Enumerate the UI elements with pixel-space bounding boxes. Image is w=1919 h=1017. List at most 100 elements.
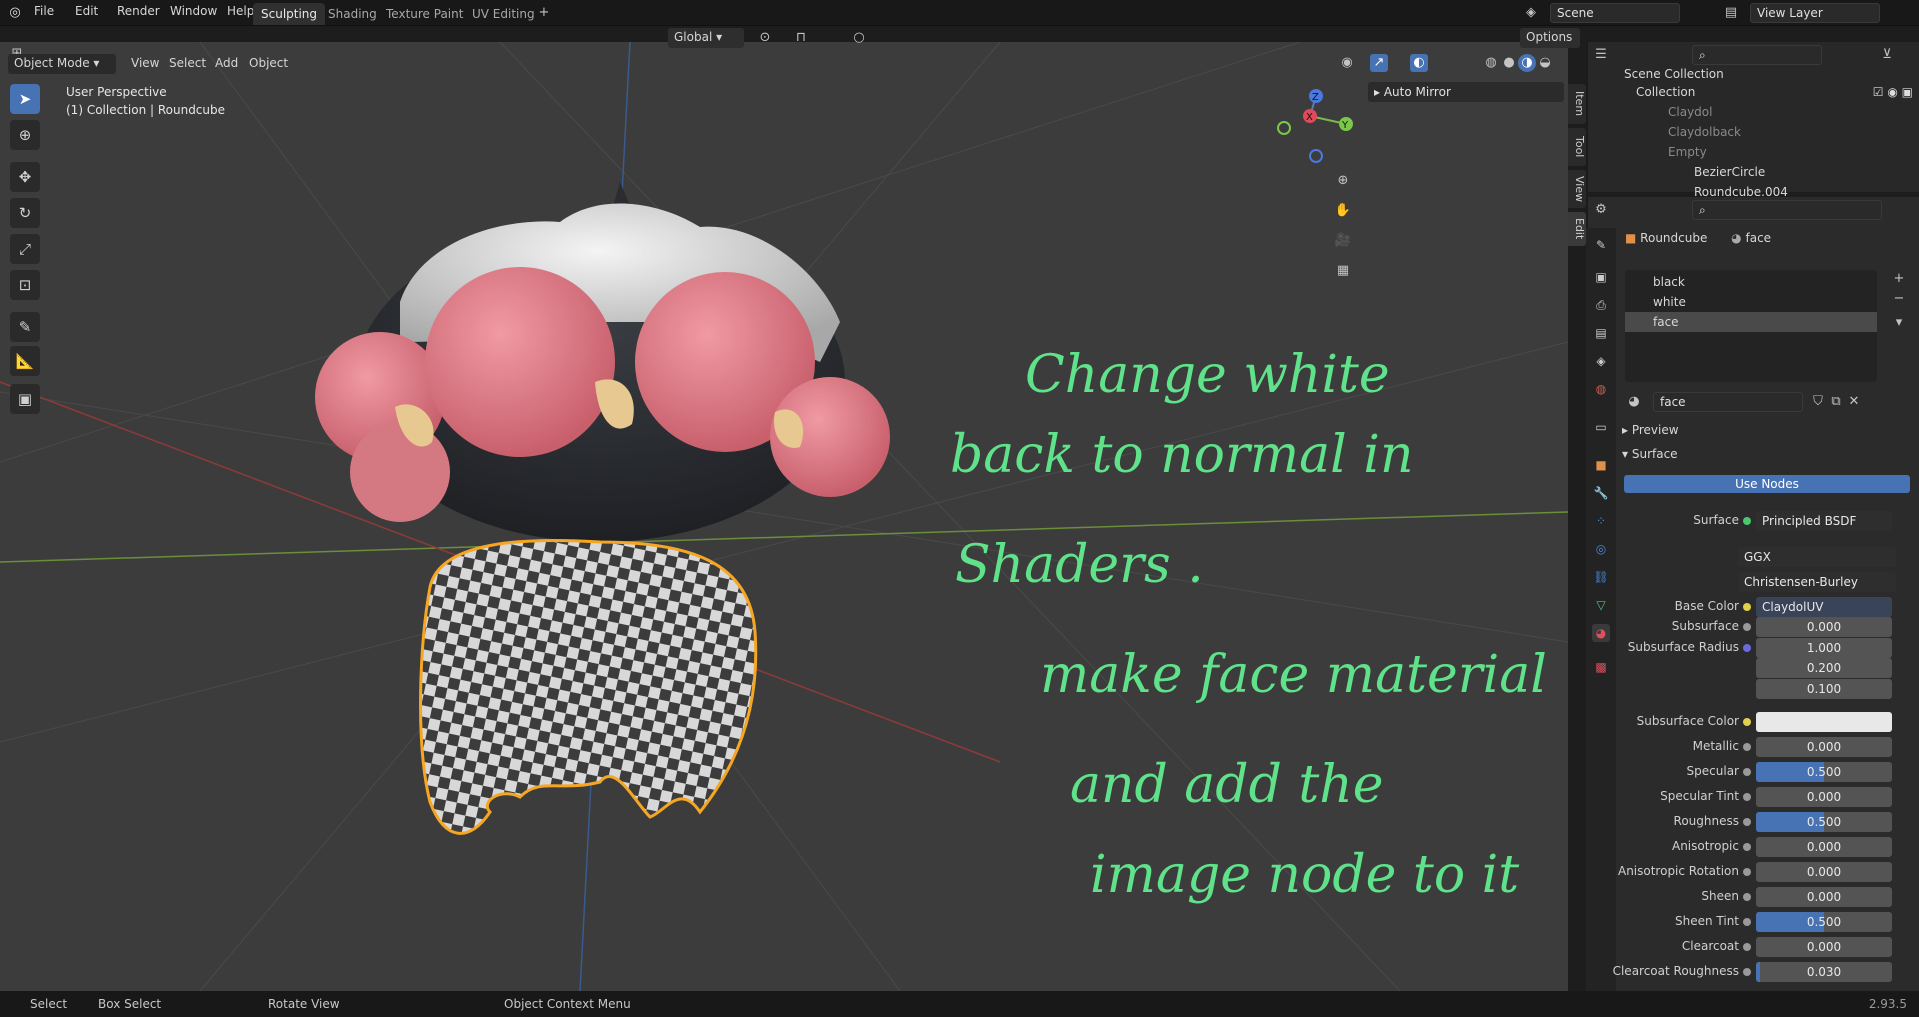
base-color-field[interactable]: ClaydolUV <box>1756 597 1892 617</box>
blender-logo-icon[interactable]: ◎ <box>6 4 24 22</box>
slot-black[interactable]: black <box>1625 272 1877 292</box>
add-workspace-icon[interactable]: + <box>535 4 553 22</box>
menu-file[interactable]: File <box>34 4 54 18</box>
world-tab-icon[interactable]: ◍ <box>1592 380 1610 398</box>
collection-tab-icon[interactable]: ▭ <box>1592 418 1610 436</box>
modifier-tab-icon[interactable]: 🔧 <box>1592 484 1610 502</box>
measure-tool-icon[interactable]: 📐 <box>10 346 40 376</box>
unlink-icon[interactable]: ✕ <box>1845 393 1863 411</box>
view-layer-field[interactable]: View Layer <box>1750 3 1880 23</box>
property-value-field[interactable]: 0.000 <box>1756 837 1892 857</box>
outliner-item-empty[interactable]: Empty <box>1588 142 1919 162</box>
side-tab-tool[interactable]: Tool <box>1568 128 1586 166</box>
3d-viewport[interactable]: Change white back to normal in Shaders .… <box>0 42 1568 991</box>
outliner-type-icon[interactable]: ☰ <box>1592 46 1610 64</box>
subsurface-color-swatch[interactable] <box>1756 712 1892 732</box>
navigation-gizmo[interactable]: Z X Y <box>1270 86 1360 166</box>
property-value-field[interactable]: 0.200 <box>1756 658 1892 678</box>
property-value-field[interactable]: 0.000 <box>1756 617 1892 637</box>
pan-hand-icon[interactable]: ✋ <box>1334 202 1352 220</box>
menu-select[interactable]: Select <box>169 56 206 70</box>
shading-rendered-icon[interactable]: ◒ <box>1536 54 1554 72</box>
transform-orientation-dropdown[interactable]: Global ▾ <box>668 28 744 48</box>
overlay-toggle-icon[interactable]: ◐ <box>1410 54 1428 72</box>
view-layer-tab-icon[interactable]: ▤ <box>1592 324 1610 342</box>
object-tab-icon[interactable]: ■ <box>1592 456 1610 474</box>
add-slot-icon[interactable]: + <box>1890 270 1908 288</box>
add-cube-tool-icon[interactable]: ▣ <box>10 384 40 414</box>
outliner-item-claydol[interactable]: Claydol <box>1588 102 1919 122</box>
scene-field[interactable]: Scene <box>1550 3 1680 23</box>
render-tab-icon[interactable]: ▣ <box>1592 268 1610 286</box>
distribution-dropdown[interactable]: GGX <box>1738 547 1896 567</box>
property-value-field[interactable]: 0.000 <box>1756 862 1892 882</box>
surface-panel-header[interactable]: ▾ Surface <box>1622 447 1678 461</box>
property-value-field[interactable]: 0.000 <box>1756 787 1892 807</box>
constraints-tab-icon[interactable]: ⛓ <box>1592 568 1610 586</box>
mode-dropdown[interactable]: Object Mode ▾ <box>8 54 116 74</box>
shading-material-icon[interactable]: ◑ <box>1518 54 1536 72</box>
scene-tab-icon[interactable]: ◈ <box>1592 352 1610 370</box>
camera-icon[interactable]: 🎥 <box>1334 232 1352 250</box>
rotate-tool-icon[interactable]: ↻ <box>10 198 40 228</box>
tab-shading[interactable]: Shading <box>320 3 385 25</box>
slot-face[interactable]: face <box>1625 312 1877 332</box>
surface-shader-field[interactable]: Principled BSDF <box>1756 511 1892 531</box>
output-tab-icon[interactable]: ⎙ <box>1592 296 1610 314</box>
texture-tab-icon[interactable]: ▩ <box>1592 658 1610 676</box>
proportional-edit-icon[interactable]: ○ <box>850 29 868 47</box>
property-value-field[interactable]: 0.000 <box>1756 737 1892 757</box>
ortho-grid-icon[interactable]: ▦ <box>1334 262 1352 280</box>
outliner-scene-collection[interactable]: Scene Collection <box>1588 64 1919 84</box>
tab-texture-paint[interactable]: Texture Paint <box>378 3 471 25</box>
property-value-field[interactable]: 0.100 <box>1756 678 1892 699</box>
filter-icon[interactable]: ⊻ <box>1878 46 1896 64</box>
menu-add[interactable]: Add <box>215 56 238 70</box>
shading-solid-icon[interactable]: ● <box>1500 54 1518 72</box>
side-tab-view[interactable]: View <box>1568 170 1586 208</box>
property-value-field[interactable]: 0.500 <box>1756 912 1892 932</box>
zoom-icon[interactable]: ⊕ <box>1334 172 1352 190</box>
outliner-item-claydolback[interactable]: Claydolback <box>1588 122 1919 142</box>
outliner-search[interactable]: ⌕ <box>1692 45 1822 65</box>
scene-icon[interactable]: ◈ <box>1522 4 1540 22</box>
fake-user-icon[interactable]: ⛉ <box>1809 393 1827 411</box>
remove-slot-icon[interactable]: − <box>1890 290 1908 308</box>
auto-mirror-panel[interactable]: ▸ Auto Mirror <box>1368 82 1564 102</box>
snap-icon[interactable]: ⊓ <box>792 29 810 47</box>
annotate-tool-icon[interactable]: ✎ <box>10 312 40 342</box>
tool-tab-icon[interactable]: ✎ <box>1592 236 1610 254</box>
material-name-field[interactable]: face <box>1653 392 1803 412</box>
properties-search[interactable]: ⌕ <box>1692 200 1882 220</box>
shading-wire-icon[interactable]: ◍ <box>1482 54 1500 72</box>
properties-type-icon[interactable]: ⚙ <box>1592 201 1610 219</box>
scale-tool-icon[interactable]: ⤢ <box>10 234 40 264</box>
gizmo-toggle-icon[interactable]: ↗ <box>1370 54 1388 72</box>
duplicate-icon[interactable]: ⧉ <box>1827 393 1845 411</box>
subsurface-method-dropdown[interactable]: Christensen-Burley <box>1738 572 1896 592</box>
pivot-icon[interactable]: ⊙ <box>756 29 774 47</box>
side-tab-item[interactable]: Item <box>1568 84 1586 124</box>
preview-panel-header[interactable]: ▸ Preview <box>1622 423 1679 437</box>
property-value-field[interactable]: 0.030 <box>1756 962 1892 982</box>
menu-object[interactable]: Object <box>249 56 288 70</box>
side-tab-edit[interactable]: Edit <box>1568 212 1586 246</box>
menu-render[interactable]: Render <box>117 4 160 18</box>
menu-edit[interactable]: Edit <box>75 4 98 18</box>
outliner-item-roundcube[interactable]: Roundcube.004 <box>1588 182 1919 196</box>
physics-tab-icon[interactable]: ◎ <box>1592 540 1610 558</box>
visibility-icon[interactable]: ◉ <box>1338 54 1356 72</box>
outliner-item-beziercircle[interactable]: BezierCircle <box>1588 162 1919 182</box>
menu-window[interactable]: Window <box>170 4 217 18</box>
material-browse-icon[interactable]: ◕ <box>1625 393 1643 411</box>
particles-tab-icon[interactable]: ⁘ <box>1592 512 1610 530</box>
slot-white[interactable]: white <box>1625 292 1877 312</box>
tab-uv-editing[interactable]: UV Editing <box>464 3 543 25</box>
property-value-field[interactable]: 0.000 <box>1756 937 1892 957</box>
material-tab-icon[interactable]: ◕ <box>1592 624 1610 642</box>
cursor-tool-icon[interactable]: ⊕ <box>10 120 40 150</box>
select-tool-icon[interactable]: ➤ <box>10 84 40 114</box>
options-button[interactable]: Options <box>1520 28 1580 48</box>
slot-menu-icon[interactable]: ▾ <box>1890 314 1908 332</box>
view-layer-icon[interactable]: ▤ <box>1722 4 1740 22</box>
